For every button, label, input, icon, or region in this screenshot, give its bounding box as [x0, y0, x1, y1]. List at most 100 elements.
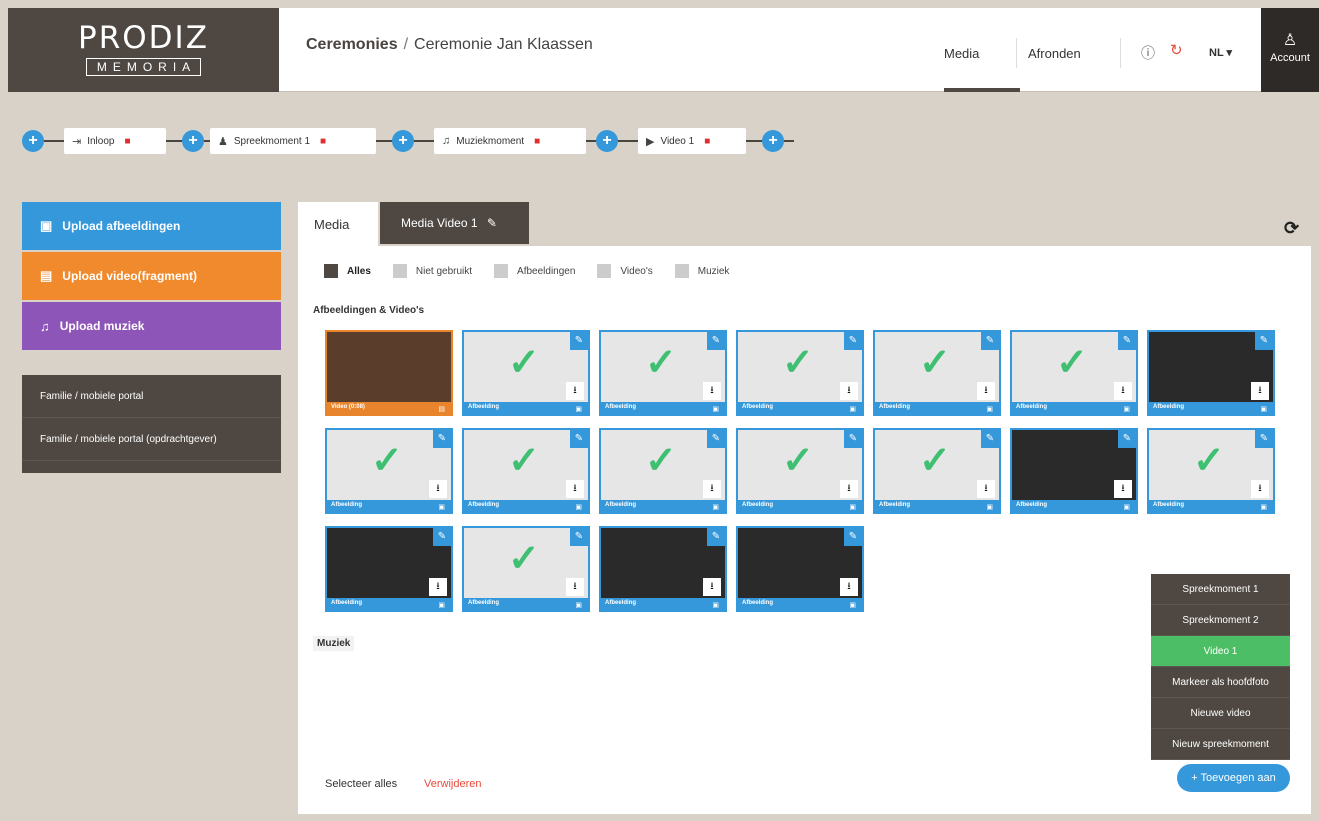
filter-niet-gebruikt[interactable]: Niet gebruikt — [392, 264, 472, 278]
pencil-icon[interactable]: ✎ — [1118, 430, 1136, 448]
media-tile[interactable]: ✎ ⭳ Afbeelding ▣ — [1147, 330, 1275, 416]
pencil-icon[interactable]: ✎ — [707, 332, 725, 350]
pencil-icon[interactable]: ✎ — [570, 430, 588, 448]
checkbox[interactable] — [324, 264, 338, 278]
notification-icon[interactable]: ↻ — [1170, 41, 1183, 59]
add-moment-button[interactable]: + — [182, 130, 204, 152]
download-icon[interactable]: ⭳ — [1251, 480, 1269, 498]
media-tile[interactable]: ✓ ✎ ⭳ Afbeelding ▣ — [462, 526, 590, 612]
timeline-item-muziekmoment[interactable]: ♫ Muziekmoment ■ — [434, 128, 586, 154]
upload-images-button[interactable]: ▣ Upload afbeeldingen — [22, 202, 281, 250]
filter-muziek[interactable]: Muziek — [674, 264, 729, 278]
pencil-icon[interactable]: ✎ — [844, 528, 862, 546]
filter-alles[interactable]: Alles — [324, 264, 371, 278]
menu-item[interactable]: Nieuwe video — [1151, 698, 1290, 729]
media-tile[interactable]: ✓ ✎ ⭳ Afbeelding ▣ — [736, 330, 864, 416]
account-button[interactable]: ♙ Account — [1261, 8, 1319, 92]
portal-client-link[interactable]: Familie / mobiele portal (opdrachtgever) — [22, 418, 281, 461]
help-icon[interactable]: ⓘ — [1141, 43, 1155, 63]
media-tile[interactable]: ✓ ✎ ⭳ Afbeelding ▣ — [462, 428, 590, 514]
pencil-icon[interactable]: ✎ — [981, 430, 999, 448]
add-moment-button[interactable]: + — [22, 130, 44, 152]
menu-item[interactable]: Spreekmoment 1 — [1151, 574, 1290, 605]
pencil-icon[interactable]: ✎ — [433, 528, 451, 546]
pencil-icon[interactable]: ✎ — [433, 430, 451, 448]
pencil-icon[interactable]: ✎ — [707, 430, 725, 448]
trash-icon[interactable]: ■ — [534, 136, 540, 147]
menu-item[interactable]: Nieuw spreekmoment — [1151, 729, 1290, 760]
filter-afbeeldingen[interactable]: Afbeeldingen — [494, 264, 575, 278]
breadcrumb-root[interactable]: Ceremonies — [306, 36, 398, 53]
download-icon[interactable]: ⭳ — [1114, 382, 1132, 400]
trash-icon[interactable]: ■ — [704, 136, 710, 147]
select-all-link[interactable]: Selecteer alles — [325, 778, 397, 790]
pencil-icon[interactable]: ✎ — [844, 332, 862, 350]
pencil-icon[interactable]: ✎ — [1255, 332, 1273, 350]
nav-afronden[interactable]: Afronden — [1028, 46, 1081, 61]
pencil-icon[interactable]: ✎ — [844, 430, 862, 448]
media-tile[interactable]: ✎ ⭳ Afbeelding ▣ — [736, 526, 864, 612]
upload-video-button[interactable]: ▤ Upload video(fragment) — [22, 252, 281, 300]
media-tile[interactable]: ✓ ✎ ⭳ Afbeelding ▣ — [873, 330, 1001, 416]
tab-media-video[interactable]: Media Video 1 ✎ — [380, 202, 529, 244]
download-icon[interactable]: ⭳ — [566, 578, 584, 596]
download-icon[interactable]: ⭳ — [977, 480, 995, 498]
media-tile[interactable]: ✓ ✎ ⭳ Afbeelding ▣ — [462, 330, 590, 416]
pencil-icon[interactable]: ✎ — [981, 332, 999, 350]
download-icon[interactable]: ⭳ — [703, 382, 721, 400]
download-icon[interactable]: ⭳ — [566, 480, 584, 498]
download-icon[interactable]: ⭳ — [429, 578, 447, 596]
checkbox[interactable] — [392, 264, 407, 278]
pencil-icon[interactable]: ✎ — [1255, 430, 1273, 448]
add-moment-button[interactable]: + — [392, 130, 414, 152]
portal-family-link[interactable]: Familie / mobiele portal — [22, 375, 281, 418]
media-tile[interactable]: ✓ ✎ ⭳ Afbeelding ▣ — [1147, 428, 1275, 514]
media-tile[interactable]: ✓ ✎ ⭳ Afbeelding ▣ — [325, 428, 453, 514]
timeline-item-video[interactable]: ▶ Video 1 ■ — [638, 128, 746, 154]
menu-item[interactable]: Markeer als hoofdfoto — [1151, 667, 1290, 698]
tab-media[interactable]: Media — [298, 202, 378, 246]
add-to-button[interactable]: + Toevoegen aan — [1177, 764, 1290, 792]
trash-icon[interactable]: ■ — [320, 136, 326, 147]
download-icon[interactable]: ⭳ — [1114, 480, 1132, 498]
media-tile[interactable]: ✎ ⭳ Afbeelding ▣ — [1010, 428, 1138, 514]
download-icon[interactable]: ⭳ — [703, 578, 721, 596]
download-icon[interactable]: ⭳ — [703, 480, 721, 498]
trash-icon[interactable]: ■ — [124, 136, 130, 147]
refresh-icon[interactable]: ⟳ — [1284, 218, 1299, 239]
pencil-icon[interactable]: ✎ — [570, 528, 588, 546]
media-tile[interactable]: ✓ ✎ ⭳ Afbeelding ▣ — [873, 428, 1001, 514]
timeline-item-spreekmoment[interactable]: ♟ Spreekmoment 1 ■ — [210, 128, 376, 154]
language-select[interactable]: NL ▾ — [1209, 46, 1232, 59]
media-tile[interactable]: ✎ ⭳ Afbeelding ▣ — [325, 526, 453, 612]
upload-music-button[interactable]: ♫ Upload muziek — [22, 302, 281, 350]
pencil-icon[interactable]: ✎ — [707, 528, 725, 546]
timeline-item-inloop[interactable]: ⇥ Inloop ■ — [64, 128, 166, 154]
pencil-icon[interactable]: ✎ — [1118, 332, 1136, 350]
media-tile[interactable]: ✎ ⭳ Afbeelding ▣ — [599, 526, 727, 612]
add-moment-button[interactable]: + — [762, 130, 784, 152]
pencil-icon[interactable]: ✎ — [570, 332, 588, 350]
nav-media[interactable]: Media — [944, 46, 979, 61]
checkbox[interactable] — [674, 264, 689, 278]
menu-item[interactable]: Spreekmoment 2 — [1151, 605, 1290, 636]
download-icon[interactable]: ⭳ — [840, 578, 858, 596]
logo[interactable]: PRODIZ MEMORIA — [8, 8, 279, 92]
media-tile[interactable]: ✓ ✎ ⭳ Afbeelding ▣ — [1010, 330, 1138, 416]
add-moment-button[interactable]: + — [596, 130, 618, 152]
download-icon[interactable]: ⭳ — [840, 382, 858, 400]
download-icon[interactable]: ⭳ — [1251, 382, 1269, 400]
media-tile[interactable]: ✓ ✎ ⭳ Afbeelding ▣ — [599, 428, 727, 514]
download-icon[interactable]: ⭳ — [840, 480, 858, 498]
media-tile[interactable]: ✓ ✎ ⭳ Afbeelding ▣ — [736, 428, 864, 514]
delete-link[interactable]: Verwijderen — [424, 778, 481, 790]
checkbox[interactable] — [494, 264, 509, 278]
media-tile[interactable]: Video (0:08) ▤ — [325, 330, 453, 416]
pencil-icon[interactable]: ✎ — [487, 216, 497, 230]
media-tile[interactable]: ✓ ✎ ⭳ Afbeelding ▣ — [599, 330, 727, 416]
menu-item[interactable]: Video 1 — [1151, 636, 1290, 667]
download-icon[interactable]: ⭳ — [429, 480, 447, 498]
download-icon[interactable]: ⭳ — [566, 382, 584, 400]
download-icon[interactable]: ⭳ — [977, 382, 995, 400]
filter-videos[interactable]: Video's — [597, 264, 653, 278]
